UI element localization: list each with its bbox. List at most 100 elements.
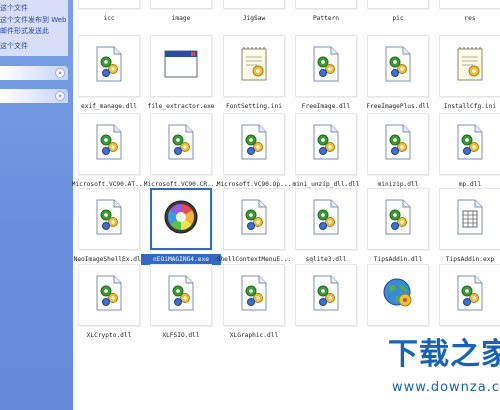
file-label: exif_manage.dll: [81, 103, 137, 110]
file-item[interactable]: [434, 264, 500, 342]
dll-gear-icon: [239, 275, 269, 315]
file-view: icc image JigSaw Pattern pic res exif_ma…: [72, 0, 500, 410]
file-thumbnail: [78, 188, 140, 250]
folder-thumbnail: [150, 0, 212, 9]
file-item[interactable]: [290, 264, 362, 342]
file-label: file_extractor.exe: [147, 103, 215, 110]
folder-thumbnail: [295, 0, 357, 9]
file-item[interactable]: TipsAddin.exp: [434, 188, 500, 266]
file-thumbnail: [150, 35, 212, 97]
file-item[interactable]: TipsAddin.dll: [362, 188, 434, 266]
file-item[interactable]: FreeImage.dll: [290, 35, 362, 113]
file-item[interactable]: exif_manage.dll: [73, 35, 145, 113]
watermark-title: 下载之家: [388, 337, 500, 372]
folder-thumbnail: [78, 0, 140, 9]
file-item[interactable]: Microsoft.VC90.AT...: [72, 113, 146, 191]
file-thumbnail: [295, 264, 357, 326]
file-item[interactable]: XLGraphic.dll: [218, 264, 290, 342]
file-item[interactable]: FreeImagePlus.dll: [362, 35, 434, 113]
dll-gear-icon: [311, 124, 341, 164]
watermark-url: www.downza.cn: [392, 380, 500, 395]
file-label: icc: [103, 15, 115, 22]
file-thumbnail: [295, 35, 357, 97]
file-label: FontSetting.ini: [226, 103, 282, 110]
file-label: XLFSIO.dll: [162, 332, 200, 339]
file-item[interactable]: Microsoft.VC90.Op...: [217, 113, 291, 191]
file-label: XLGraphic.dll: [229, 332, 279, 339]
dll-gear-icon: [94, 46, 124, 86]
dll-gear-icon: [311, 275, 341, 315]
file-label: res: [464, 15, 476, 22]
file-item[interactable]: NeoImageShellEx.dll: [73, 188, 145, 266]
file-tasks-panel: 这个文件 这个文件发布到 Web 邮件形式发送此 这个文件: [0, 0, 68, 56]
globe-exe-icon: [382, 277, 414, 313]
file-label: XLCrypto.dll: [86, 332, 132, 339]
file-thumbnail: [150, 264, 212, 326]
task-link-email[interactable]: 邮件形式发送此: [0, 25, 68, 37]
file-thumbnail: [439, 113, 500, 175]
file-item[interactable]: XLFSIO.dll: [145, 264, 217, 342]
dll-gear-icon: [455, 275, 485, 315]
file-item[interactable]: [362, 264, 434, 342]
dll-gear-icon: [311, 199, 341, 239]
window-exe-icon: [164, 50, 198, 82]
file-item[interactable]: nEOiMAGING4.exe: [141, 188, 221, 266]
file-thumbnail: [295, 113, 357, 175]
task-section-header-1[interactable]: »: [0, 66, 68, 80]
file-item[interactable]: InstallCfg.ini: [434, 35, 500, 113]
file-label: [286, 330, 366, 341]
file-item[interactable]: ShellContextMenuE...: [217, 188, 291, 266]
neoimaging-aperture-icon: [163, 199, 199, 239]
file-item[interactable]: minizip.dll: [362, 113, 434, 191]
task-pane: 这个文件 这个文件发布到 Web 邮件形式发送此 这个文件 » »: [0, 0, 73, 410]
file-label: image: [171, 15, 191, 22]
task-link-4[interactable]: 这个文件: [0, 40, 68, 52]
chevron-down-icon[interactable]: »: [55, 91, 65, 101]
file-label: InstallCfg.ini: [443, 103, 497, 110]
file-thumbnail: [295, 188, 357, 250]
file-item[interactable]: Microsoft.VC90.CR...: [144, 113, 218, 191]
file-label: Pattern: [312, 15, 340, 22]
file-thumbnail: [439, 264, 500, 326]
chevron-down-icon[interactable]: »: [55, 68, 65, 78]
file-thumbnail: [150, 113, 212, 175]
file-item[interactable]: mini_unzip_dll.dll: [290, 113, 362, 191]
file-item[interactable]: XLCrypto.dll: [73, 264, 145, 342]
file-label: JigSaw: [242, 15, 266, 22]
folder-thumbnail: [367, 0, 429, 9]
dll-gear-icon: [166, 124, 196, 164]
file-thumbnail: [223, 113, 285, 175]
file-thumbnail: [78, 113, 140, 175]
folder-thumbnail: [439, 0, 500, 9]
dll-gear-icon: [166, 275, 196, 315]
file-item[interactable]: mp.dll: [434, 113, 500, 191]
dll-gear-icon: [455, 124, 485, 164]
file-thumbnail: [367, 264, 429, 326]
ini-settings-icon: [239, 46, 269, 86]
dll-gear-icon: [383, 46, 413, 86]
file-thumbnail: [223, 35, 285, 97]
file-thumbnail: [78, 35, 140, 97]
file-thumbnail: [439, 188, 500, 250]
dll-gear-icon: [94, 199, 124, 239]
file-item[interactable]: sqlite3.dll: [290, 188, 362, 266]
task-link-1[interactable]: 这个文件: [0, 2, 68, 14]
file-item[interactable]: file_extractor.exe: [145, 35, 217, 113]
folder-thumbnail: [223, 0, 285, 9]
dll-gear-icon: [383, 199, 413, 239]
site-watermark: 下载之家 www.downza.cn: [388, 336, 500, 404]
file-thumbnail: [150, 188, 212, 250]
dll-gear-icon: [94, 275, 124, 315]
task-section-header-2[interactable]: »: [0, 89, 68, 103]
file-thumbnail: [367, 35, 429, 97]
file-label: FreeImage.dll: [301, 103, 351, 110]
file-label: FreeImagePlus.dll: [366, 103, 430, 110]
dll-gear-icon: [311, 46, 341, 86]
file-thumbnail: [367, 113, 429, 175]
dll-gear-icon: [239, 199, 269, 239]
file-thumbnail: [223, 188, 285, 250]
file-item[interactable]: FontSetting.ini: [218, 35, 290, 113]
file-thumbnail: [223, 264, 285, 326]
file-thumbnail: [78, 264, 140, 326]
dll-gear-icon: [383, 124, 413, 164]
